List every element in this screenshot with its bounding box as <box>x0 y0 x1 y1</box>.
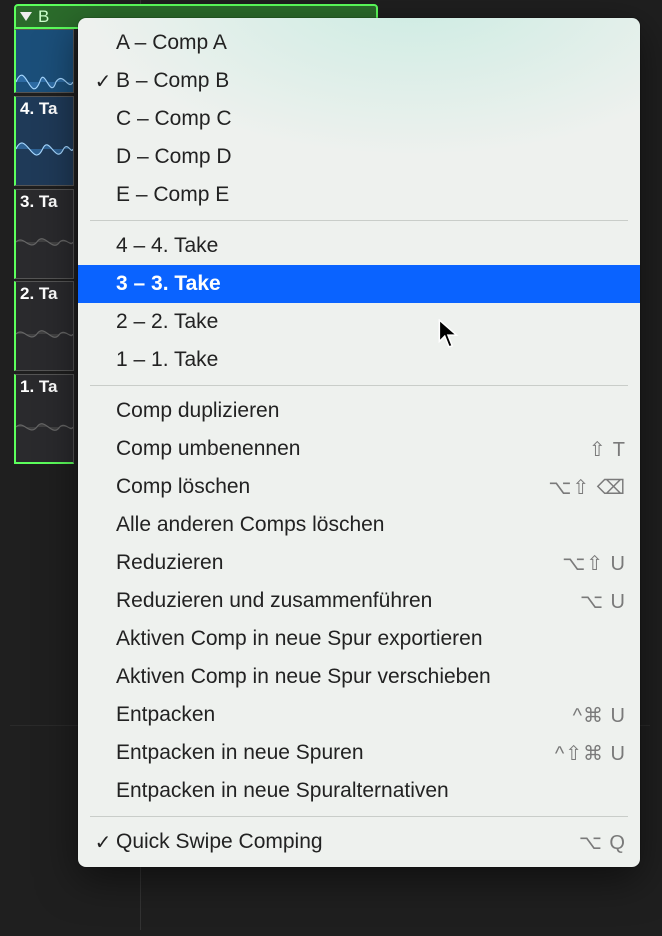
waveform-icon <box>16 304 73 364</box>
menu-item-label: Aktiven Comp in neue Spur verschieben <box>116 665 626 689</box>
take-folder-context-menu: A – Comp A ✓ B – Comp B C – Comp C D – C… <box>78 18 640 867</box>
menu-item-label: 4 – 4. Take <box>116 234 626 258</box>
checkmark-icon: ✓ <box>90 830 116 855</box>
menu-item-unpack[interactable]: Entpacken ^⌘ U <box>78 696 640 734</box>
menu-item-shortcut: ⌥⇧ U <box>562 551 626 576</box>
menu-item-label: 1 – 1. Take <box>116 348 626 372</box>
menu-item-label: Entpacken <box>116 703 573 727</box>
menu-item-shortcut: ⌥⇧ ⌫ <box>548 475 626 500</box>
take-lane[interactable]: 1. Ta <box>14 374 74 464</box>
take-lane-label: 2. Ta <box>20 284 57 304</box>
menu-item-quick-swipe-comping[interactable]: ✓ Quick Swipe Comping ⌥ Q <box>78 823 640 861</box>
menu-item-take-4[interactable]: 4 – 4. Take <box>78 227 640 265</box>
menu-item-label: Entpacken in neue Spuralternativen <box>116 779 626 803</box>
menu-item-comp-e[interactable]: E – Comp E <box>78 176 640 214</box>
waveform-icon <box>16 397 73 457</box>
menu-item-flatten[interactable]: Reduzieren ⌥⇧ U <box>78 544 640 582</box>
take-lane[interactable]: 4. Ta <box>14 96 74 186</box>
take-lane-comp[interactable] <box>14 29 74 93</box>
checkmark-icon: ✓ <box>90 69 116 94</box>
disclosure-triangle-icon[interactable] <box>20 12 32 21</box>
menu-item-label: Entpacken in neue Spuren <box>116 741 555 765</box>
menu-item-label: D – Comp D <box>116 145 626 169</box>
menu-item-label: E – Comp E <box>116 183 626 207</box>
take-lane-label: 3. Ta <box>20 192 57 212</box>
menu-item-label: B – Comp B <box>116 69 626 93</box>
menu-item-shortcut: ⌥ Q <box>579 830 626 855</box>
waveform-icon <box>16 212 73 272</box>
menu-item-label: A – Comp A <box>116 31 626 55</box>
menu-item-comp-d[interactable]: D – Comp D <box>78 138 640 176</box>
menu-item-comp-rename[interactable]: Comp umbenennen ⇧ T <box>78 430 640 468</box>
take-lane[interactable]: 3. Ta <box>14 189 74 279</box>
menu-item-label: Reduzieren und zusammenführen <box>116 589 580 613</box>
menu-item-label: 2 – 2. Take <box>116 310 626 334</box>
menu-item-unpack-alternatives[interactable]: Entpacken in neue Spuralternativen <box>78 772 640 810</box>
menu-item-label: Comp duplizieren <box>116 399 626 423</box>
menu-separator <box>90 220 628 221</box>
menu-item-label: Comp löschen <box>116 475 548 499</box>
menu-item-take-2[interactable]: 2 – 2. Take <box>78 303 640 341</box>
menu-separator <box>90 816 628 817</box>
menu-item-shortcut: ⌥ U <box>580 589 626 614</box>
menu-item-label: Alle anderen Comps löschen <box>116 513 626 537</box>
menu-item-label: 3 – 3. Take <box>116 272 626 296</box>
take-folder-label: B <box>38 7 49 27</box>
take-lane[interactable]: 2. Ta <box>14 281 74 371</box>
menu-item-flatten-merge[interactable]: Reduzieren und zusammenführen ⌥ U <box>78 582 640 620</box>
menu-item-shortcut: ^⇧⌘ U <box>555 741 626 766</box>
take-lane-label: 4. Ta <box>20 99 57 119</box>
menu-item-comp-delete[interactable]: Comp löschen ⌥⇧ ⌫ <box>78 468 640 506</box>
menu-item-label: Quick Swipe Comping <box>116 830 579 854</box>
menu-item-label: Comp umbenennen <box>116 437 589 461</box>
menu-item-take-1[interactable]: 1 – 1. Take <box>78 341 640 379</box>
menu-item-label: Reduzieren <box>116 551 562 575</box>
menu-item-unpack-new-tracks[interactable]: Entpacken in neue Spuren ^⇧⌘ U <box>78 734 640 772</box>
menu-item-comp-delete-others[interactable]: Alle anderen Comps löschen <box>78 506 640 544</box>
menu-item-export-active-comp[interactable]: Aktiven Comp in neue Spur exportieren <box>78 620 640 658</box>
take-lane-label: 1. Ta <box>20 377 57 397</box>
menu-item-comp-a[interactable]: A – Comp A <box>78 24 640 62</box>
menu-item-move-active-comp[interactable]: Aktiven Comp in neue Spur verschieben <box>78 658 640 696</box>
menu-item-shortcut: ^⌘ U <box>573 703 626 728</box>
menu-item-comp-c[interactable]: C – Comp C <box>78 100 640 138</box>
menu-item-comp-b[interactable]: ✓ B – Comp B <box>78 62 640 100</box>
menu-item-comp-duplicate[interactable]: Comp duplizieren <box>78 392 640 430</box>
menu-item-label: Aktiven Comp in neue Spur exportieren <box>116 627 626 651</box>
menu-separator <box>90 385 628 386</box>
menu-item-take-3[interactable]: 3 – 3. Take <box>78 265 640 303</box>
waveform-icon <box>16 119 73 179</box>
menu-item-label: C – Comp C <box>116 107 626 131</box>
menu-item-shortcut: ⇧ T <box>589 437 626 462</box>
